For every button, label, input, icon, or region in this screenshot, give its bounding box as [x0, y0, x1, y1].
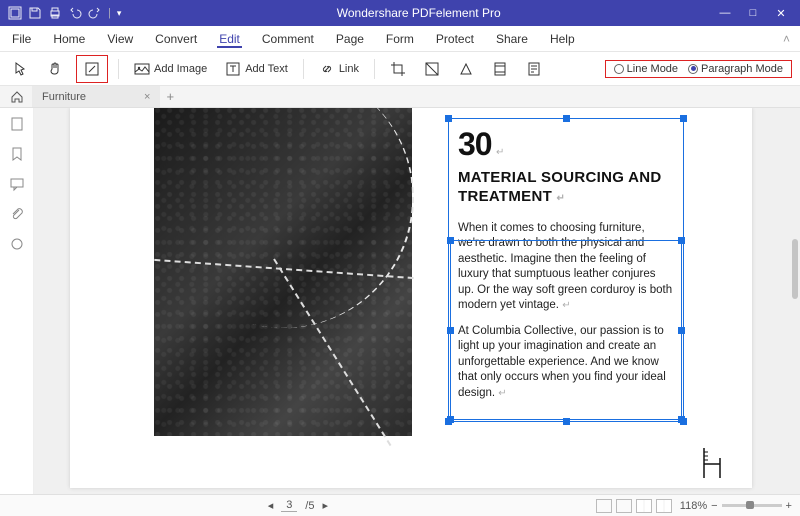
add-tab-button[interactable]: +: [166, 89, 174, 104]
edit-tool-highlight: [76, 55, 108, 83]
resize-handle[interactable]: [678, 416, 685, 423]
resize-handle[interactable]: [563, 115, 570, 122]
page-navigator: ◂ 3 /5 ▸: [268, 499, 328, 512]
document-canvas[interactable]: 30 ↵ MATERIAL SOURCING AND TREATMENT ↵ W…: [34, 108, 800, 494]
paragraph-mode-label: Paragraph Mode: [701, 63, 783, 75]
continuous-view[interactable]: [616, 499, 632, 513]
bookmarks-icon[interactable]: [9, 146, 25, 162]
resize-handle[interactable]: [678, 237, 685, 244]
leather-image: [154, 108, 412, 436]
qat-divider: |: [108, 7, 111, 19]
add-text-button[interactable]: Add Text: [220, 58, 293, 80]
edit-toolbar: Add Image Add Text Link Line Mode Paragr…: [0, 52, 800, 86]
add-image-button[interactable]: Add Image: [129, 58, 212, 80]
document-tab-strip: Furniture × +: [0, 86, 800, 108]
comments-icon[interactable]: [9, 176, 25, 192]
add-text-label: Add Text: [245, 63, 288, 75]
document-tab-label: Furniture: [42, 91, 86, 103]
bates-tool[interactable]: [521, 58, 547, 80]
app-logo-icon: [8, 6, 22, 20]
paragraph-mode-radio[interactable]: Paragraph Mode: [688, 63, 783, 75]
resize-handle[interactable]: [680, 115, 687, 122]
work-area: 30 ↵ MATERIAL SOURCING AND TREATMENT ↵ W…: [0, 108, 800, 494]
watermark-tool[interactable]: [419, 58, 445, 80]
page-total: /5: [305, 500, 314, 512]
prev-page-button[interactable]: ◂: [268, 499, 274, 512]
minimize-button[interactable]: —: [716, 7, 734, 20]
chair-icon: [698, 446, 728, 480]
search-panel-icon[interactable]: [9, 236, 25, 252]
undo-icon[interactable]: [68, 6, 82, 20]
resize-handle[interactable]: [447, 327, 454, 334]
side-panel: [0, 108, 34, 494]
line-mode-label: Line Mode: [627, 63, 678, 75]
link-label: Link: [339, 63, 359, 75]
menu-edit[interactable]: Edit: [217, 30, 242, 48]
radio-off-icon: [614, 64, 624, 74]
link-button[interactable]: Link: [314, 58, 364, 80]
menu-view[interactable]: View: [105, 30, 135, 48]
select-tool[interactable]: [8, 58, 34, 80]
zoom-in-button[interactable]: +: [786, 500, 792, 512]
redo-icon[interactable]: [88, 6, 102, 20]
menu-protect[interactable]: Protect: [434, 30, 476, 48]
view-mode-buttons: [596, 499, 672, 513]
two-page-view[interactable]: [636, 499, 652, 513]
two-page-continuous-view[interactable]: [656, 499, 672, 513]
menu-bar: File Home View Convert Edit Comment Page…: [0, 26, 800, 52]
zoom-out-button[interactable]: −: [711, 500, 717, 512]
zoom-control: 118% − +: [680, 500, 792, 512]
hand-tool[interactable]: [42, 58, 68, 80]
title-bar: | ▾ Wondershare PDFelement Pro — □ ✕: [0, 0, 800, 26]
menu-home[interactable]: Home: [51, 30, 87, 48]
status-bar: ◂ 3 /5 ▸ 118% − +: [0, 494, 800, 516]
menu-convert[interactable]: Convert: [153, 30, 199, 48]
edit-mode-group: Line Mode Paragraph Mode: [605, 60, 792, 78]
crop-tool[interactable]: [385, 58, 411, 80]
resize-handle[interactable]: [445, 115, 452, 122]
print-icon[interactable]: [48, 6, 62, 20]
page-current[interactable]: 3: [281, 499, 297, 512]
edit-tool[interactable]: [79, 58, 105, 80]
app-title: Wondershare PDFelement Pro: [121, 6, 716, 20]
pdf-page: 30 ↵ MATERIAL SOURCING AND TREATMENT ↵ W…: [70, 108, 752, 488]
background-tool[interactable]: [453, 58, 479, 80]
thumbnails-icon[interactable]: [9, 116, 25, 132]
save-icon[interactable]: [28, 6, 42, 20]
attachments-icon[interactable]: [9, 206, 25, 222]
next-page-button[interactable]: ▸: [322, 499, 328, 512]
resize-handle[interactable]: [447, 237, 454, 244]
line-mode-radio[interactable]: Line Mode: [614, 63, 678, 75]
single-page-view[interactable]: [596, 499, 612, 513]
resize-handle[interactable]: [678, 327, 685, 334]
zoom-value: 118%: [680, 500, 707, 512]
menu-comment[interactable]: Comment: [260, 30, 316, 48]
radio-on-icon: [688, 64, 698, 74]
tab-close-icon[interactable]: ×: [144, 91, 150, 103]
selection-inner[interactable]: [450, 240, 682, 420]
document-tab[interactable]: Furniture ×: [32, 86, 160, 107]
zoom-slider[interactable]: [722, 504, 782, 507]
menu-form[interactable]: Form: [384, 30, 416, 48]
add-image-label: Add Image: [154, 63, 207, 75]
home-tab-icon[interactable]: [10, 90, 24, 104]
menu-share[interactable]: Share: [494, 30, 530, 48]
header-footer-tool[interactable]: [487, 58, 513, 80]
menu-page[interactable]: Page: [334, 30, 366, 48]
resize-handle[interactable]: [447, 416, 454, 423]
maximize-button[interactable]: □: [744, 7, 762, 20]
menu-help[interactable]: Help: [548, 30, 577, 48]
menu-file[interactable]: File: [10, 30, 33, 48]
text-frame[interactable]: 30 ↵ MATERIAL SOURCING AND TREATMENT ↵ W…: [450, 120, 682, 420]
vertical-scrollbar[interactable]: [792, 239, 798, 299]
collapse-ribbon-icon[interactable]: ˄: [783, 32, 790, 46]
close-button[interactable]: ✕: [772, 7, 790, 20]
